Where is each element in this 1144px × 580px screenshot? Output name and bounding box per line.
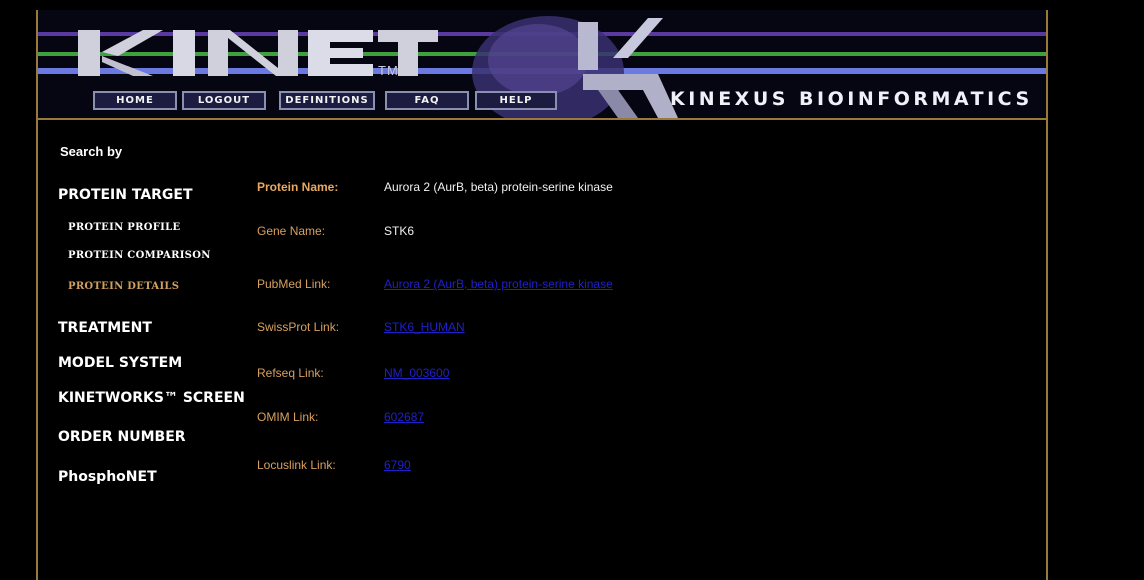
nav-model-system[interactable]: MODEL SYSTEM xyxy=(58,355,182,371)
frame-border-right xyxy=(1046,10,1048,580)
nav-treatment[interactable]: TREATMENT xyxy=(58,320,152,336)
help-button[interactable]: HELP xyxy=(475,91,557,110)
nav-protein-target[interactable]: PROTEIN TARGET xyxy=(58,187,193,203)
locuslink-link-label: Locuslink Link: xyxy=(257,458,336,472)
nav-order-number[interactable]: ORDER NUMBER xyxy=(58,429,186,445)
omim-link-label: OMIM Link: xyxy=(257,410,319,424)
logout-button[interactable]: LOGOUT xyxy=(182,91,266,110)
nav-kinetworks-screen[interactable]: KINETWORKS™ SCREEN xyxy=(58,390,245,406)
home-button[interactable]: HOME xyxy=(93,91,177,110)
nav-protein-comparison[interactable]: PROTEIN COMPARISON xyxy=(68,250,211,261)
brand-name: KINEXUS BIOINFORMATICS xyxy=(670,88,1033,110)
pubmed-link[interactable]: Aurora 2 (AurB, beta) protein-serine kin… xyxy=(384,277,613,291)
nav-protein-profile[interactable]: PROTEIN PROFILE xyxy=(68,222,180,233)
pubmed-link-label: PubMed Link: xyxy=(257,277,331,291)
search-by-heading: Search by xyxy=(60,144,123,159)
swissprot-link-label: SwissProt Link: xyxy=(257,320,340,334)
protein-name-value: Aurora 2 (AurB, beta) protein-serine kin… xyxy=(384,180,613,194)
refseq-link-label: Refseq Link: xyxy=(257,366,324,380)
gene-name-label: Gene Name: xyxy=(257,224,326,238)
refseq-link[interactable]: NM_003600 xyxy=(384,366,449,380)
trademark-label: TM xyxy=(378,63,399,78)
swissprot-link[interactable]: STK6_HUMAN xyxy=(384,320,465,334)
definitions-button[interactable]: DEFINITIONS xyxy=(279,91,375,110)
nav-phosphonet[interactable]: PhosphoNET xyxy=(58,469,157,485)
omim-link[interactable]: 602687 xyxy=(384,410,424,424)
faq-button[interactable]: FAQ xyxy=(385,91,469,110)
banner-divider xyxy=(36,118,1048,120)
gene-name-value: STK6 xyxy=(384,224,415,238)
locuslink-link[interactable]: 6790 xyxy=(384,458,411,472)
header-banner: TM HOME LOGOUT DEFINITIONS FAQ HELP KINE… xyxy=(38,10,1046,118)
page-frame: TM HOME LOGOUT DEFINITIONS FAQ HELP KINE… xyxy=(36,10,1048,580)
nav-protein-details[interactable]: PROTEIN DETAILS xyxy=(68,281,179,292)
protein-name-label: Protein Name: xyxy=(257,180,339,194)
